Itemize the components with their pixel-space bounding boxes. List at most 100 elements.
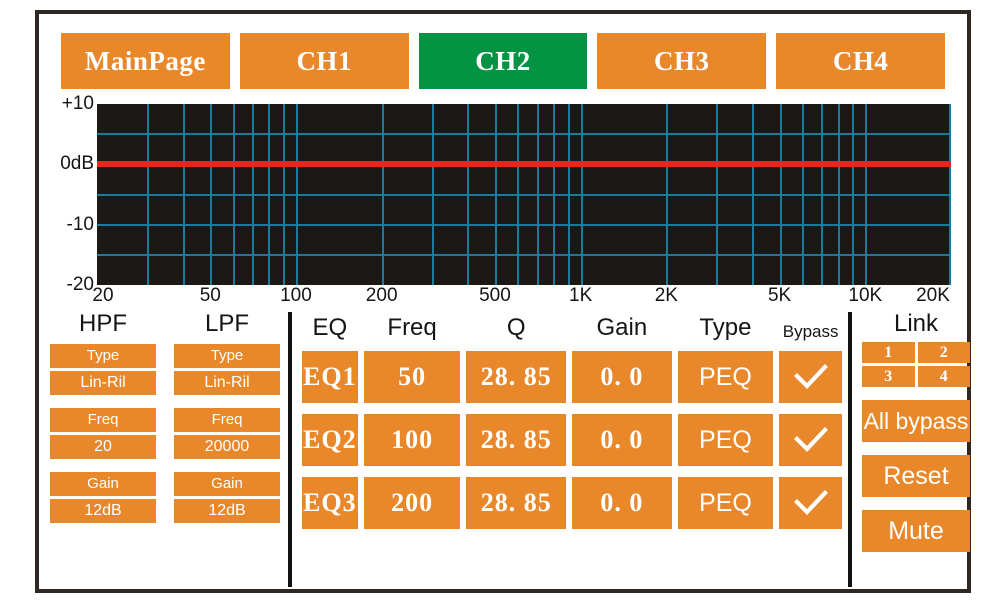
eq3-freq[interactable]: 200	[363, 477, 461, 529]
grid-line-horizontal	[97, 133, 951, 136]
x-axis-tick-label: 100	[280, 285, 312, 306]
eq-table-header: EQ Freq Q Gain Type Bypass	[302, 310, 842, 341]
response-curve	[97, 161, 951, 168]
x-axis-tick-label: 20	[92, 285, 114, 306]
eq2-name[interactable]: EQ2	[302, 414, 358, 466]
reset-button[interactable]: Reset	[862, 455, 970, 497]
graph-plot-area[interactable]	[97, 104, 951, 285]
eq3-q[interactable]: 28. 85	[466, 477, 567, 529]
eq-header-gain: Gain	[596, 314, 648, 341]
lpf-title: LPF	[204, 310, 249, 337]
y-axis-tick-label: +10	[61, 93, 94, 114]
eq2-gain[interactable]: 0. 0	[572, 414, 672, 466]
eq3-name[interactable]: EQ3	[302, 477, 358, 529]
eq3-bypass-toggle[interactable]	[779, 477, 842, 529]
lpf-type-label: Type	[174, 344, 280, 368]
check-icon	[793, 490, 828, 516]
y-axis-tick-label: -10	[66, 213, 94, 235]
y-axis-tick-label: -20	[66, 274, 94, 295]
x-axis-tick-label: 500	[479, 285, 511, 306]
tab-ch3[interactable]: CH3	[597, 33, 767, 89]
tab-ch1[interactable]: CH1	[239, 33, 409, 89]
grid-line-horizontal	[97, 253, 951, 256]
panel-divider-left	[288, 312, 292, 587]
x-axis-tick-label: 50	[199, 285, 221, 306]
lpf-freq-value[interactable]: 20000	[174, 435, 280, 459]
link-channel-2[interactable]: 2	[917, 342, 970, 363]
eq3-gain[interactable]: 0. 0	[572, 477, 672, 529]
link-channel-1[interactable]: 1	[862, 342, 915, 363]
x-axis-tick-label: 5K	[767, 285, 792, 306]
x-axis-tick-label: 20K	[916, 285, 950, 306]
x-axis-tick-label: 1K	[569, 285, 593, 306]
hpf-type-value[interactable]: Lin-Ril	[50, 371, 156, 395]
table-row: EQ2 100 28. 85 0. 0 PEQ	[302, 414, 842, 466]
graph-y-axis: +10 0dB -10 -20	[46, 93, 97, 295]
check-icon	[793, 427, 828, 453]
eq-header-type: Type	[699, 314, 752, 341]
link-channel-3[interactable]: 3	[862, 366, 915, 387]
eq-header-eq: EQ	[312, 314, 348, 341]
hpf-gain-control: Gain 12dB	[50, 472, 156, 523]
eq-header-q: Q	[506, 314, 526, 341]
link-title: Link	[893, 310, 939, 337]
y-axis-tick-label: 0dB	[60, 153, 94, 175]
x-axis-tick-label: 200	[365, 285, 398, 306]
lpf-type-value[interactable]: Lin-Ril	[174, 371, 280, 395]
lpf-freq-control: Freq 20000	[174, 408, 280, 459]
eq2-freq[interactable]: 100	[363, 414, 461, 466]
filter-freq-group: Freq 20 Freq 20000	[50, 408, 280, 459]
hpf-gain-value[interactable]: 12dB	[50, 499, 156, 523]
eq2-q[interactable]: 28. 85	[466, 414, 567, 466]
eq-header-bypass: Bypass	[782, 322, 839, 341]
eq1-bypass-toggle[interactable]	[779, 351, 842, 403]
grid-line-horizontal	[97, 193, 951, 196]
link-channel-4[interactable]: 4	[917, 366, 970, 387]
table-row: EQ1 50 28. 85 0. 0 PEQ	[302, 351, 842, 403]
control-panel: HPF LPF Type Lin-Ril Type Lin-Ril Freq 2…	[40, 310, 970, 588]
x-axis-tick-label: 2K	[654, 285, 678, 306]
lpf-freq-label: Freq	[174, 408, 280, 432]
frequency-response-graph: +10 0dB -10 -20 20 50 100 200 500 1K 2K 5K 10K 20K	[46, 93, 951, 306]
channel-tab-bar: MainPage CH1 CH2 CH3 CH4	[61, 33, 945, 89]
link-panel: Link 1 2 3 4 All bypass Reset Mute	[862, 310, 970, 552]
hpf-title: HPF	[79, 310, 127, 337]
tab-ch2[interactable]: CH2	[418, 33, 588, 89]
hpf-freq-label: Freq	[50, 408, 156, 432]
grid-line-horizontal	[97, 223, 951, 226]
app-root: MainPage CH1 CH2 CH3 CH4 +10 0dB -10 -20 20…	[0, 0, 1006, 607]
lpf-type-control: Type Lin-Ril	[174, 344, 280, 395]
filter-gain-group: Gain 12dB Gain 12dB	[50, 472, 280, 523]
eq1-q[interactable]: 28. 85	[466, 351, 567, 403]
eq2-bypass-toggle[interactable]	[779, 414, 842, 466]
lpf-gain-value[interactable]: 12dB	[174, 499, 280, 523]
x-axis-tick-label: 10K	[848, 285, 883, 306]
crossover-filters: HPF LPF Type Lin-Ril Type Lin-Ril Freq 2…	[50, 310, 280, 536]
filter-titles: HPF LPF	[50, 310, 280, 338]
tab-ch4[interactable]: CH4	[776, 33, 945, 89]
panel-divider-right	[848, 312, 852, 587]
eq-table: EQ Freq Q Gain Type Bypass EQ1 50 28. 85…	[302, 310, 842, 529]
hpf-type-control: Type Lin-Ril	[50, 344, 156, 395]
all-bypass-button[interactable]: All bypass	[862, 400, 970, 442]
eq1-name[interactable]: EQ1	[302, 351, 358, 403]
hpf-freq-control: Freq 20	[50, 408, 156, 459]
mute-button[interactable]: Mute	[862, 510, 970, 552]
lpf-gain-control: Gain 12dB	[174, 472, 280, 523]
eq1-gain[interactable]: 0. 0	[572, 351, 672, 403]
link-channel-grid: 1 2 3 4	[862, 342, 970, 387]
check-icon	[793, 364, 828, 390]
lpf-gain-label: Gain	[174, 472, 280, 496]
eq1-type[interactable]: PEQ	[677, 351, 774, 403]
table-row: EQ3 200 28. 85 0. 0 PEQ	[302, 477, 842, 529]
graph-x-axis: 20 50 100 200 500 1K 2K 5K 10K 20K	[92, 285, 951, 306]
eq2-type[interactable]: PEQ	[677, 414, 774, 466]
hpf-type-label: Type	[50, 344, 156, 368]
filter-type-group: Type Lin-Ril Type Lin-Ril	[50, 344, 280, 395]
hpf-freq-value[interactable]: 20	[50, 435, 156, 459]
eq1-freq[interactable]: 50	[363, 351, 461, 403]
tab-mainpage[interactable]: MainPage	[61, 33, 230, 89]
hpf-gain-label: Gain	[50, 472, 156, 496]
eq3-type[interactable]: PEQ	[677, 477, 774, 529]
eq-header-freq: Freq	[387, 314, 437, 341]
